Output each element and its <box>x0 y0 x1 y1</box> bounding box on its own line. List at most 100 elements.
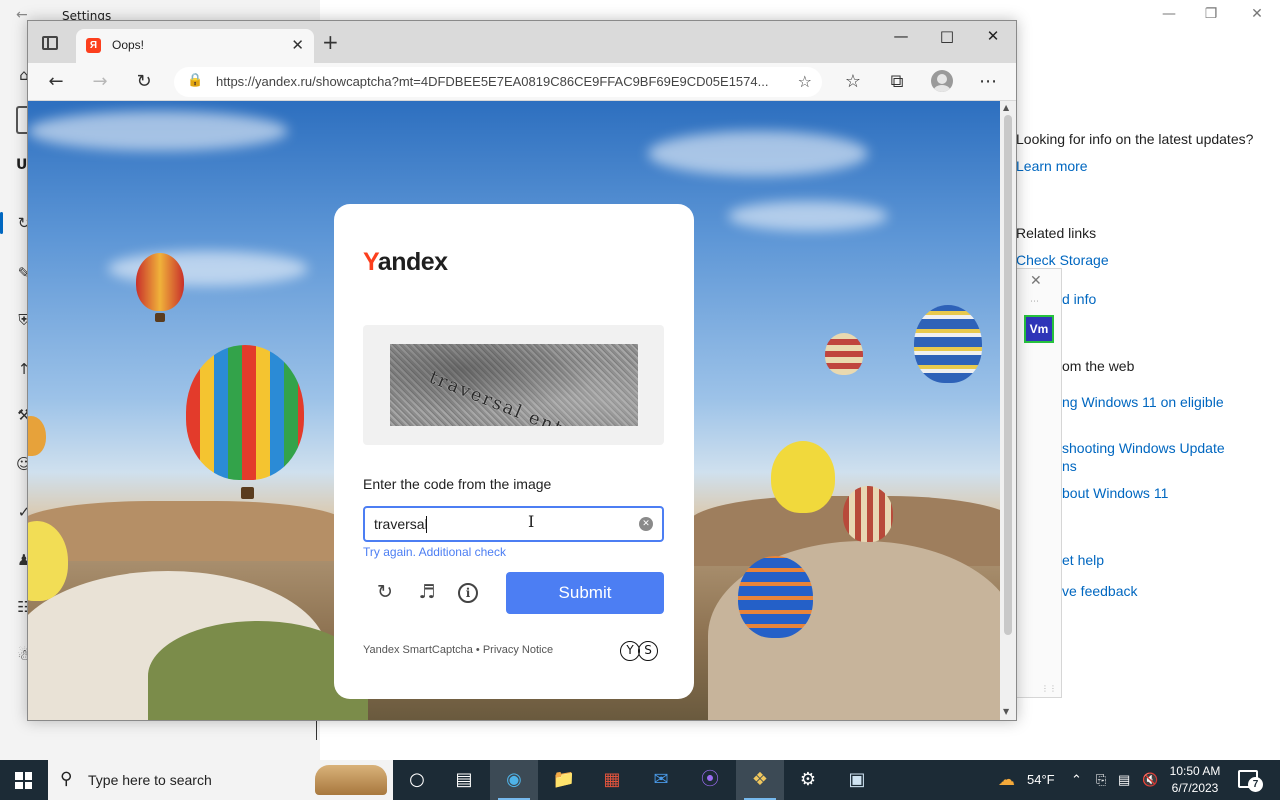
refresh-captcha-icon[interactable]: ↻ <box>372 579 398 605</box>
app-bee-icon[interactable]: ❖ <box>736 760 784 800</box>
about-windows-link[interactable]: bout Windows 11 <box>1062 485 1168 501</box>
close-window-button[interactable]: ✕ <box>970 27 1016 45</box>
new-tab-button[interactable]: + <box>322 32 339 52</box>
app-window-icon[interactable]: ▣ <box>833 760 881 800</box>
brand-mark-y: Y <box>620 641 640 661</box>
balloon <box>28 416 46 456</box>
file-explorer-icon[interactable]: 📁 <box>540 760 588 800</box>
settings-close-button[interactable]: ✕ <box>1234 6 1280 22</box>
taskbar-search[interactable]: ⚲ Type here to search <box>48 760 393 800</box>
related-links-heading: Related links <box>1016 225 1097 241</box>
notification-count: 7 <box>1248 777 1263 792</box>
tab-close-icon[interactable]: ✕ <box>291 36 304 54</box>
selected-nav-indicator <box>0 212 3 234</box>
upgrading-windows-link[interactable]: ng Windows 11 on eligible <box>1062 394 1224 410</box>
resize-grip-icon[interactable]: ⋮⋮ <box>1041 684 1057 693</box>
device-icon[interactable]: ⎘ <box>1096 760 1106 800</box>
get-help-link[interactable]: et help <box>1062 552 1104 568</box>
text-caret <box>426 516 427 533</box>
settings-restore-button[interactable]: ❐ <box>1188 6 1234 22</box>
more-menu-icon[interactable]: ⋯ <box>975 70 1001 94</box>
store-icon[interactable]: ▦ <box>588 760 636 800</box>
mesa <box>28 501 348 561</box>
section-heading-partial: U <box>16 157 28 173</box>
balloon <box>843 486 893 542</box>
address-bar[interactable]: 🔒 https://yandex.ru/showcaptcha?mt=4DFDB… <box>174 67 822 97</box>
settings-gear-icon[interactable]: ⚙ <box>784 760 832 800</box>
troubleshooting-link-line2[interactable]: ns <box>1062 458 1077 474</box>
search-highlight-image <box>315 765 387 795</box>
balloon-basket <box>155 313 165 322</box>
cortana-icon[interactable]: ○ <box>393 760 441 800</box>
search-icon: ⚲ <box>60 769 73 789</box>
cloud <box>728 201 888 231</box>
app-f-icon[interactable]: ⦿ <box>686 760 734 800</box>
brand-mark-s: S <box>638 641 658 661</box>
captcha-card: Yandex traversal entangle Enter the code… <box>334 204 694 699</box>
add-favorite-icon[interactable]: ☆ <box>798 72 812 91</box>
favorites-icon[interactable]: ☆ <box>840 70 866 94</box>
captcha-prompt: Enter the code from the image <box>363 476 552 492</box>
tab-active[interactable]: Я Oops! ✕ <box>76 29 314 63</box>
task-view-icon[interactable]: ▤ <box>440 760 488 800</box>
notification-center-icon[interactable]: 7 <box>1238 770 1263 792</box>
cloud <box>28 111 288 151</box>
collections-icon[interactable]: ⧉ <box>884 70 910 94</box>
drag-handle-icon[interactable]: ⋯ <box>1030 297 1040 307</box>
weather-icon[interactable]: ☁ <box>998 760 1015 800</box>
error-message[interactable]: Try again. Additional check <box>363 545 506 559</box>
troubleshooting-link[interactable]: shooting Windows Update <box>1062 440 1225 456</box>
page-scrollbar[interactable]: ▲ ▼ <box>1000 101 1016 720</box>
back-arrow-icon[interactable]: ← <box>16 7 28 23</box>
balloon <box>186 345 304 480</box>
smartcaptcha-brand-icon: YS <box>620 639 658 661</box>
vm-badge[interactable]: Vm <box>1024 315 1054 343</box>
volume-muted-icon[interactable]: 🔇 <box>1142 760 1158 800</box>
tab-title: Oops! <box>112 38 145 52</box>
give-feedback-link[interactable]: ve feedback <box>1062 583 1138 599</box>
balloon <box>738 556 813 638</box>
network-icon[interactable]: ▤ <box>1118 760 1130 800</box>
scroll-up-icon[interactable]: ▲ <box>1003 103 1009 112</box>
captcha-image: traversal entangle <box>390 344 638 426</box>
submit-button[interactable]: Submit <box>506 572 664 614</box>
minimize-button[interactable]: — <box>878 27 924 45</box>
mail-icon[interactable]: ✉ <box>637 760 685 800</box>
balloon-basket <box>241 487 254 499</box>
maximize-button[interactable]: □ <box>924 27 970 45</box>
tab-actions-icon[interactable] <box>42 36 58 50</box>
settings-minimize-button[interactable]: — <box>1146 6 1192 22</box>
clear-input-icon[interactable]: ✕ <box>639 517 653 531</box>
search-placeholder: Type here to search <box>88 772 212 788</box>
captcha-answer-input[interactable]: traversal I ✕ <box>363 506 664 542</box>
yandex-favicon-icon: Я <box>86 38 101 53</box>
weather-temp[interactable]: 54°F <box>1027 760 1055 800</box>
profile-avatar[interactable] <box>931 70 953 92</box>
os-build-info-link[interactable]: d info <box>1062 291 1096 307</box>
close-icon[interactable]: ✕ <box>1030 273 1042 289</box>
captcha-footer[interactable]: Yandex SmartCaptcha • Privacy Notice <box>363 644 553 656</box>
cloud <box>648 131 868 176</box>
help-from-web-heading: om the web <box>1062 358 1135 374</box>
back-button[interactable]: ← <box>43 70 69 94</box>
refresh-button[interactable]: ↻ <box>131 70 157 94</box>
info-icon[interactable]: i <box>458 583 478 603</box>
check-storage-link[interactable]: Check Storage <box>1016 252 1109 268</box>
forward-button[interactable]: → <box>87 70 113 94</box>
lock-icon[interactable]: 🔒 <box>187 73 203 88</box>
scrollbar-thumb[interactable] <box>1004 115 1012 635</box>
learn-more-link[interactable]: Learn more <box>1016 158 1088 174</box>
balloon <box>136 253 184 311</box>
start-button[interactable] <box>0 760 48 800</box>
captcha-input-value[interactable]: traversal <box>374 516 428 532</box>
scroll-down-icon[interactable]: ▼ <box>1003 707 1009 716</box>
ibeam-cursor-icon: I <box>528 512 535 531</box>
audio-captcha-icon[interactable]: ♬ <box>414 579 440 605</box>
chevron-up-icon[interactable]: ⌃ <box>1071 760 1082 800</box>
clock[interactable]: 10:50 AM 6/7/2023 <box>1164 763 1226 797</box>
yandex-logo[interactable]: Yandex <box>363 248 448 277</box>
window-edge-line <box>316 718 317 740</box>
url-text[interactable]: https://yandex.ru/showcaptcha?mt=4DFDBEE… <box>216 74 781 89</box>
edge-app-icon[interactable]: ◉ <box>490 760 538 800</box>
captcha-image-container: traversal entangle <box>363 325 664 445</box>
